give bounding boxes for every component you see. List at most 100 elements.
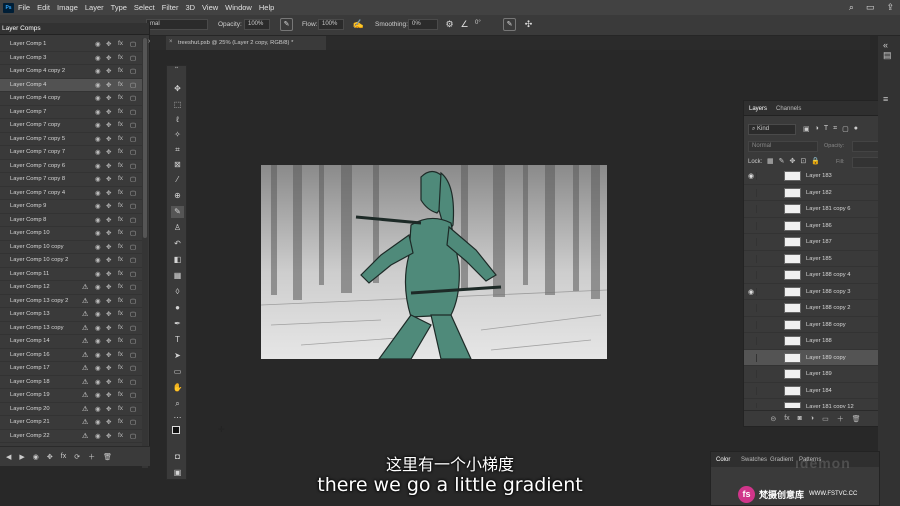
angle-input[interactable]: 0° (472, 19, 494, 30)
eye-icon[interactable] (748, 188, 757, 197)
visibility-icon[interactable]: ◉ (95, 81, 101, 89)
position-icon[interactable]: ✥ (106, 310, 111, 318)
filter-shape-icon[interactable]: ⌗ (833, 125, 837, 133)
dodge-tool-icon[interactable]: ● (171, 302, 184, 314)
visibility-icon[interactable]: ◉ (95, 67, 101, 75)
brush-tool-icon[interactable]: ✎ (171, 206, 184, 218)
layer-row[interactable]: Layer 186 (744, 218, 882, 234)
visibility-icon[interactable]: ◉ (95, 310, 101, 318)
close-icon[interactable]: × (169, 39, 173, 45)
share-icon[interactable]: ⇪ (886, 2, 894, 13)
visibility-icon[interactable]: ◉ (95, 270, 101, 278)
link-layers-icon[interactable]: ⊝ (770, 415, 776, 423)
appearance-icon[interactable]: ▢ (130, 135, 136, 143)
layer-comp-row[interactable]: Layer Comp 7 copy ◉ ✥ fx ▢ (0, 119, 142, 133)
layer-row[interactable]: Layer 181 copy 12 (744, 399, 882, 408)
visibility-icon[interactable]: ◉ (95, 229, 101, 237)
filter-toggle-icon[interactable]: ● (854, 125, 858, 133)
layer-comp-row[interactable]: Layer Comp 11 ◉ ✥ fx ▢ (0, 268, 142, 281)
eye-icon[interactable] (748, 221, 757, 230)
fx-icon[interactable]: fx (118, 324, 123, 331)
appearance-icon[interactable]: ▢ (130, 121, 136, 129)
new-layer-icon[interactable]: ＋ (837, 414, 844, 424)
menu-type[interactable]: Type (111, 3, 127, 12)
layer-comp-row[interactable]: Layer Comp 7 copy 6 ◉ ✥ fx ▢ (0, 160, 142, 173)
visibility-icon[interactable]: ◉ (95, 54, 101, 62)
layer-comp-row[interactable]: Layer Comp 10 ◉ ✥ fx ▢ (0, 227, 142, 241)
layer-row[interactable]: Layer 188 copy 4 (744, 267, 882, 284)
position-icon[interactable]: ✥ (106, 94, 111, 102)
layer-comp-row[interactable]: Layer Comp 18 ◉ ✥ fx ▢ ⚠ (0, 376, 142, 389)
visibility-icon[interactable]: ◉ (95, 391, 101, 399)
clone-stamp-tool-icon[interactable]: ♙ (171, 222, 184, 234)
foreground-color-swatch[interactable] (172, 426, 180, 434)
visibility-icon[interactable]: ◉ (95, 121, 101, 129)
layer-comp-row[interactable]: Layer Comp 13 copy 2 ◉ ✥ fx ▢ ⚠ (0, 295, 142, 308)
appearance-icon[interactable]: ▢ (130, 40, 136, 48)
layer-comp-row[interactable]: Layer Comp 21 ◉ ✥ fx ▢ ⚠ (0, 416, 142, 430)
warning-icon[interactable]: ⚠ (82, 418, 88, 426)
fx-icon[interactable]: fx (118, 54, 123, 61)
position-icon[interactable]: ✥ (106, 229, 111, 237)
layer-row[interactable]: Layer 182 (744, 185, 882, 201)
appearance-icon[interactable]: ▢ (130, 378, 136, 386)
lock-artboard-icon[interactable]: ⊡ (800, 157, 806, 165)
fx-icon[interactable]: fx (118, 418, 123, 425)
fx-icon[interactable]: fx (784, 415, 789, 422)
zoom-tool-icon[interactable]: ⌕ (171, 398, 184, 410)
appearance-icon[interactable]: ▢ (130, 418, 136, 426)
frame-tool-icon[interactable]: ⊠ (171, 159, 184, 171)
appearance-icon[interactable]: ▢ (130, 108, 136, 116)
eye-icon[interactable] (748, 337, 757, 345)
appearance-icon[interactable]: ▢ (130, 216, 136, 224)
layer-comp-row[interactable]: Layer Comp 3 ◉ ✥ fx ▢ (0, 52, 142, 65)
visibility-icon[interactable]: ◉ (95, 378, 101, 386)
photoshop-logo-icon[interactable]: Ps (3, 2, 14, 13)
appearance-icon[interactable]: ▢ (130, 162, 136, 170)
appearance-icon[interactable]: ▢ (130, 67, 136, 75)
appearance-icon[interactable]: ▢ (130, 175, 136, 183)
position-icon[interactable]: ✥ (106, 337, 111, 345)
position-icon[interactable]: ✥ (106, 162, 111, 170)
collapse-dock-icon[interactable]: « (883, 40, 888, 50)
menu-3d[interactable]: 3D (185, 3, 195, 12)
appearance-icon[interactable]: ▢ (130, 351, 136, 359)
lasso-tool-icon[interactable]: ℓ (171, 114, 184, 126)
lock-position-icon[interactable]: ✥ (790, 157, 796, 165)
appearance-icon[interactable]: ▢ (130, 297, 136, 305)
fx-icon[interactable]: fx (118, 135, 123, 142)
fx-icon[interactable]: fx (118, 81, 123, 88)
adjustment-layer-icon[interactable]: ◑ (810, 415, 814, 422)
menu-file[interactable]: File (18, 3, 30, 12)
appearance-icon[interactable]: ▢ (130, 81, 136, 89)
appearance-icon[interactable]: ▢ (130, 310, 136, 318)
marquee-tool-icon[interactable]: ⬚ (171, 99, 184, 111)
visibility-icon[interactable]: ◉ (95, 432, 101, 440)
layer-row[interactable]: Layer 188 copy 2 (744, 300, 882, 317)
layer-comp-row[interactable]: Layer Comp 7 copy 5 ◉ ✥ fx ▢ (0, 133, 142, 146)
toolbar-grip[interactable]: ▪▪ (167, 66, 186, 72)
layer-comp-row[interactable]: Layer Comp 12 ◉ ✥ fx ▢ ⚠ (0, 281, 142, 295)
eye-icon[interactable] (748, 403, 757, 408)
fx-icon[interactable]: fx (118, 337, 123, 344)
smoothing-input[interactable]: 0% (408, 19, 438, 30)
visibility-icon[interactable]: ◉ (95, 162, 101, 170)
fx-icon[interactable]: fx (118, 202, 123, 209)
blend-mode-select[interactable]: Normal (748, 141, 818, 152)
layer-row[interactable]: Layer 189 copy (744, 349, 882, 366)
pen-tool-icon[interactable]: ✒ (171, 318, 184, 330)
eye-icon[interactable] (748, 304, 757, 312)
fx-icon[interactable]: fx (118, 67, 123, 74)
visibility-icon[interactable]: ◉ (95, 108, 101, 116)
fx-icon[interactable]: fx (118, 243, 123, 250)
position-icon[interactable]: ✥ (106, 418, 111, 426)
eye-icon[interactable] (748, 238, 757, 246)
menu-help[interactable]: Help (259, 3, 274, 12)
eraser-tool-icon[interactable]: ◧ (171, 254, 184, 266)
layer-comp-row[interactable]: Layer Comp 1 ◉ ✥ fx ▢ (0, 38, 142, 52)
position-icon[interactable]: ✥ (106, 351, 111, 359)
move-tool-icon[interactable]: ✥ (171, 83, 184, 95)
position-icon[interactable]: ✥ (106, 270, 111, 278)
menu-image[interactable]: Image (57, 3, 78, 12)
lock-all-icon[interactable]: 🔒 (811, 157, 820, 165)
